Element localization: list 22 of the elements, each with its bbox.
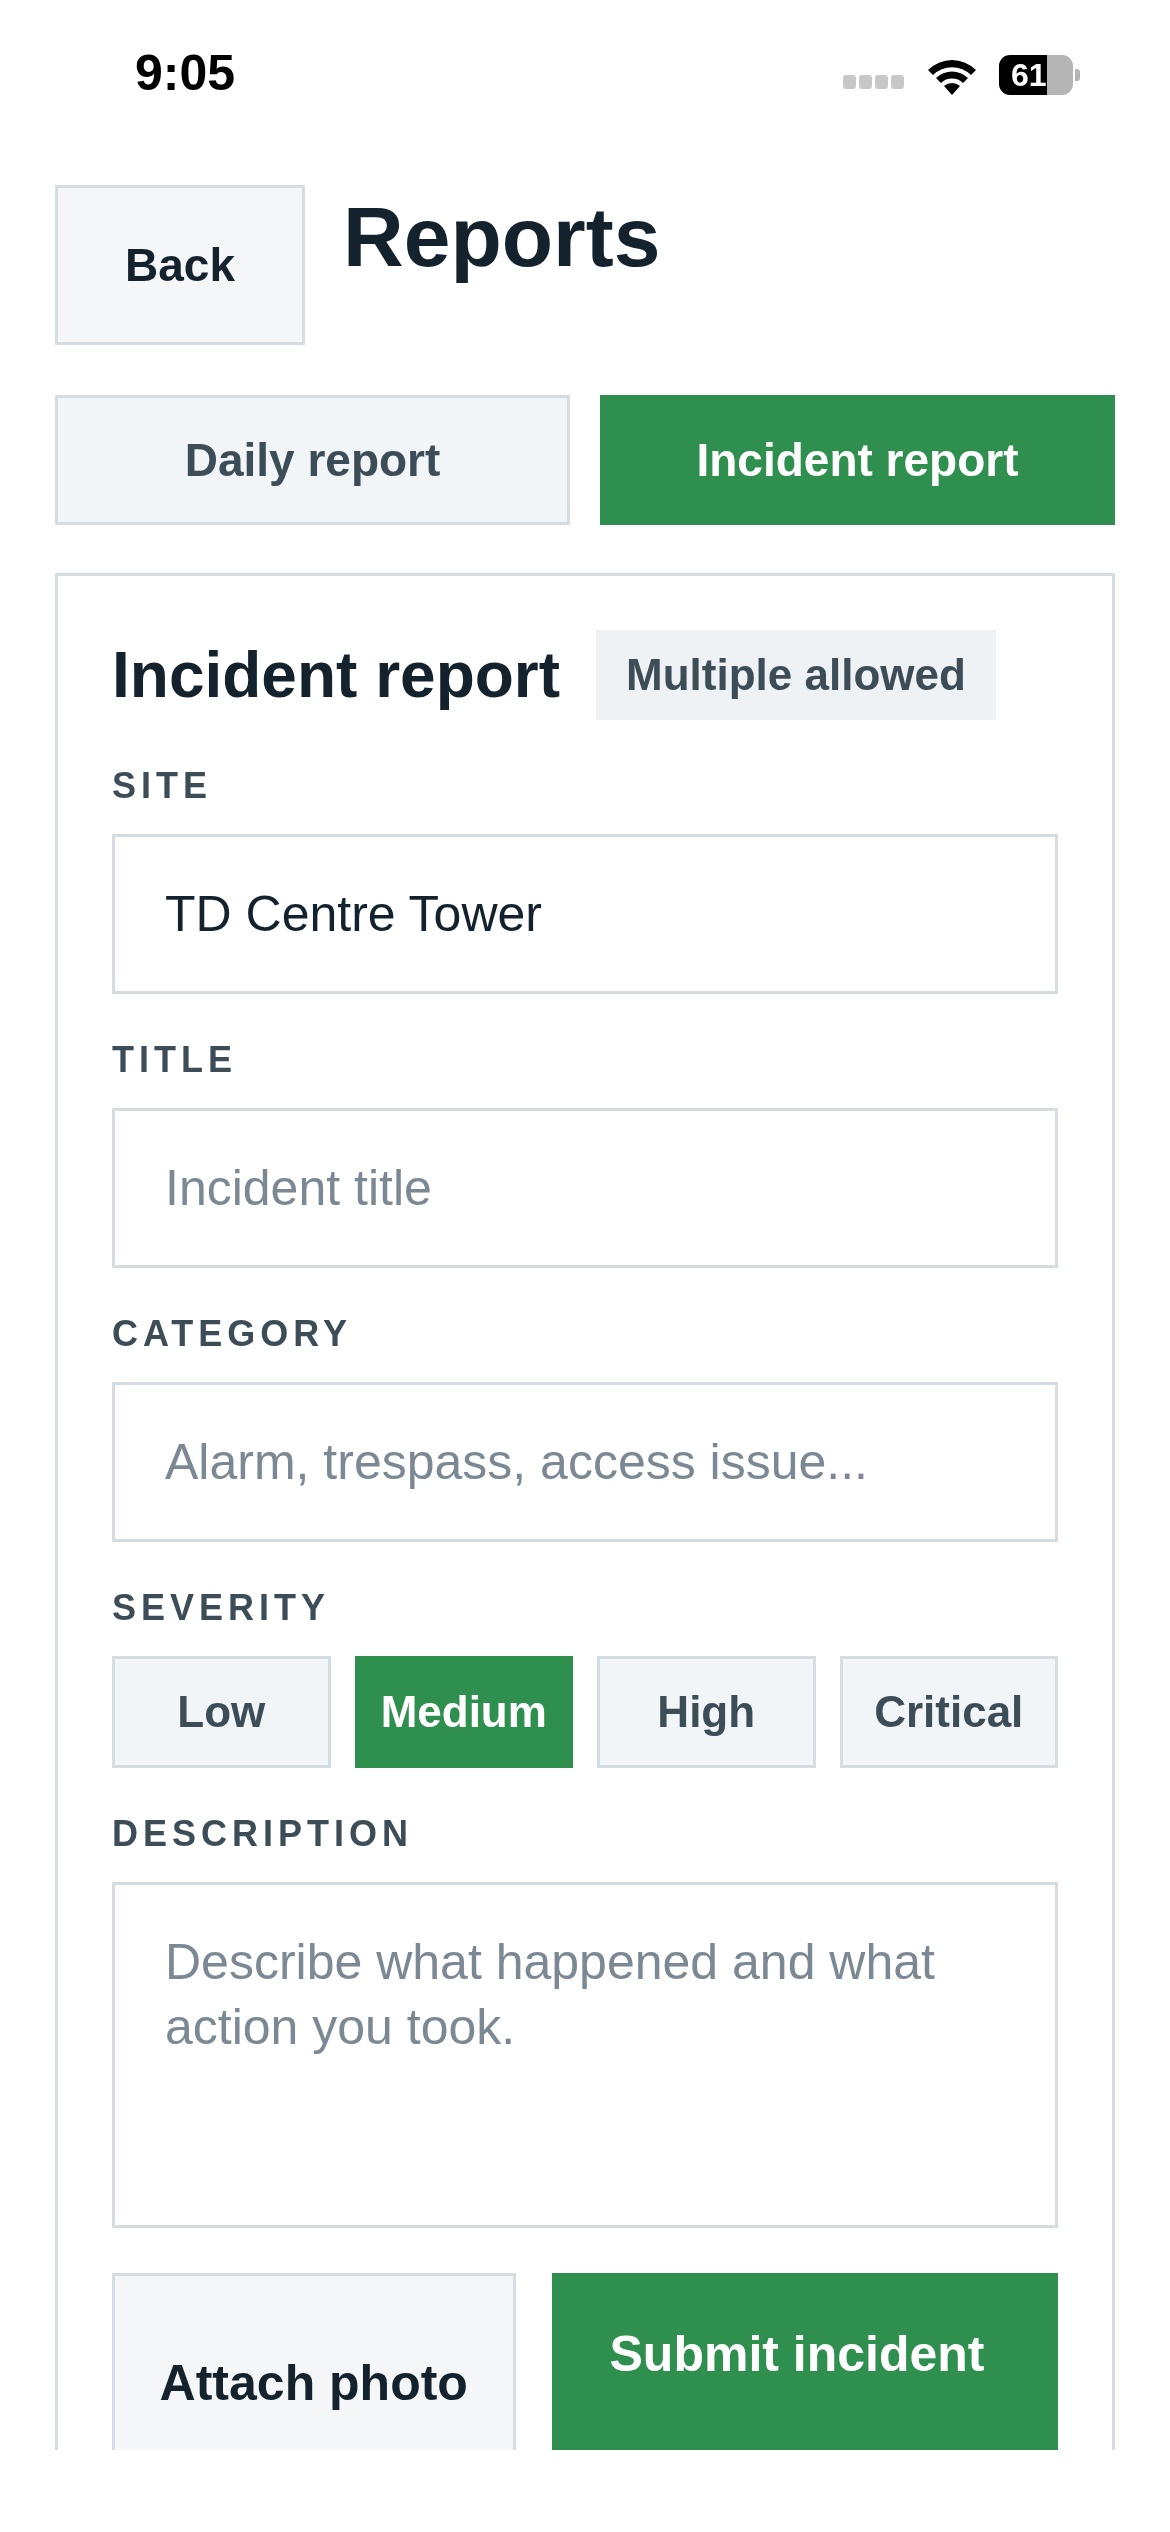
field-label: SITE xyxy=(112,764,213,808)
form-title: Incident report xyxy=(112,638,561,712)
input-field[interactable]: TD Centre Tower xyxy=(112,834,1058,994)
submit-button[interactable]: Submit incident xyxy=(551,2273,1058,2450)
attach-button[interactable]: Attach photo xyxy=(112,2273,516,2450)
badge: Multiple allowed xyxy=(596,630,996,720)
tab[interactable]: Daily report xyxy=(55,395,570,525)
tab[interactable]: Incident report xyxy=(600,395,1115,525)
field-label: SEVERITY xyxy=(112,1586,332,1630)
input-field[interactable]: Incident title xyxy=(112,1108,1058,1268)
text-area[interactable]: Describe what happened and what action you took. xyxy=(112,1882,1058,2228)
severity-option[interactable]: High xyxy=(597,1656,816,1768)
input-field[interactable]: Alarm, trespass, access issue... xyxy=(112,1382,1058,1542)
severity-option[interactable]: Medium xyxy=(354,1656,573,1768)
severity-option[interactable]: Low xyxy=(112,1656,331,1768)
field-label: DESCRIPTION xyxy=(112,1812,415,1856)
back-button[interactable]: Back xyxy=(55,185,305,345)
severity-option[interactable]: Critical xyxy=(839,1656,1058,1768)
status-time: 9:05 xyxy=(135,44,236,102)
field-label: CATEGORY xyxy=(112,1312,353,1356)
field-label: TITLE xyxy=(112,1038,238,1082)
signal-icon xyxy=(843,73,905,91)
